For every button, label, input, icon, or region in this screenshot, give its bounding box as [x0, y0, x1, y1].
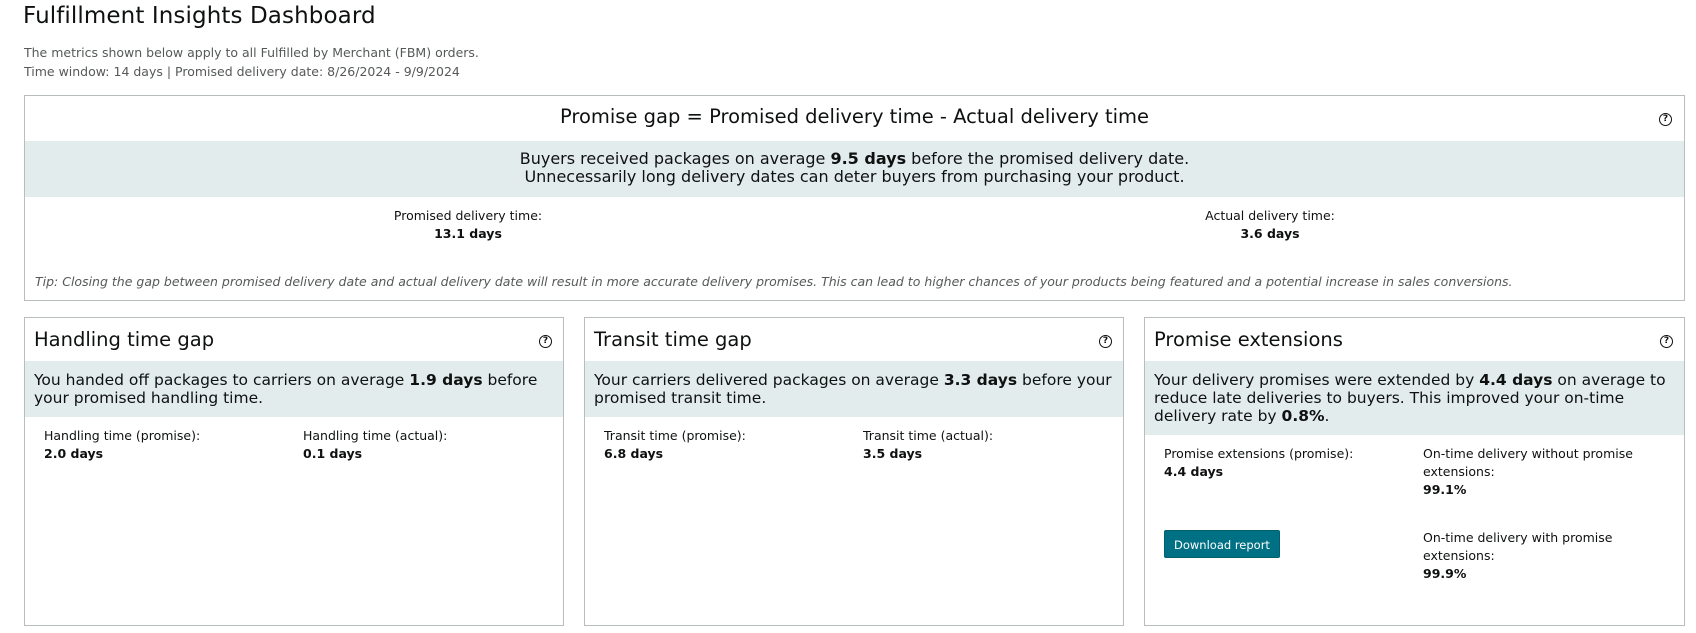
promise-gap-summary: Buyers received packages on average 9.5 … [25, 141, 1684, 197]
summary-text: You handed off packages to carriers on a… [34, 371, 410, 389]
metric-label: Transit time (actual): [863, 428, 994, 443]
promise-gap-summary-line1: Buyers received packages on average 9.5 … [25, 150, 1684, 168]
metric-value: 0.1 days [303, 446, 363, 461]
transit-promise-metric: Transit time (promise): 6.8 days [604, 427, 746, 463]
metric-value: 99.9% [1423, 566, 1467, 581]
summary-value: 4.4 days [1479, 371, 1553, 389]
summary-text: Your carriers delivered packages on aver… [594, 371, 944, 389]
card-title: Promise extensions [1154, 328, 1343, 351]
ontime-with-extensions-metric: On-time delivery with promise extensions… [1423, 529, 1643, 583]
metric-value: 2.0 days [44, 446, 104, 461]
handling-actual-metric: Handling time (actual): 0.1 days [303, 427, 447, 463]
summary-value: 3.3 days [943, 371, 1018, 389]
transit-time-card: Transit time gap ? Your carriers deliver… [584, 317, 1124, 626]
page-subtitle-time-window: Time window: 14 days | Promised delivery… [24, 64, 460, 79]
transit-summary: Your carriers delivered packages on aver… [585, 361, 1123, 417]
metric-value: 4.4 days [1164, 464, 1224, 479]
metric-value: 3.5 days [863, 446, 923, 461]
help-icon[interactable]: ? [1660, 335, 1673, 348]
metric-label: Transit time (promise): [604, 428, 746, 443]
handling-time-card: Handling time gap ? You handed off packa… [24, 317, 564, 626]
card-title: Handling time gap [34, 328, 215, 351]
promise-gap-title: Promise gap = Promised delivery time - A… [559, 105, 1150, 128]
summary-value: 1.9 days [409, 371, 483, 389]
download-report-button[interactable]: Download report [1164, 530, 1280, 558]
metric-label: On-time delivery without promise extensi… [1423, 446, 1633, 479]
summary-text: Your delivery promises were extended by [1154, 371, 1480, 389]
metric-value: 99.1% [1423, 482, 1467, 497]
transit-actual-metric: Transit time (actual): 3.5 days [863, 427, 993, 463]
metric-label: Handling time (promise): [44, 428, 201, 443]
metric-label: Actual delivery time: [1205, 208, 1335, 223]
help-icon[interactable]: ? [1099, 335, 1112, 348]
dashboard-page: Fulfillment Insights Dashboard The metri… [0, 0, 1696, 633]
tip-text: Tip: Closing the gap between promised de… [35, 274, 1513, 289]
extensions-summary: Your delivery promises were extended by … [1145, 361, 1684, 435]
ontime-without-extensions-metric: On-time delivery without promise extensi… [1423, 445, 1643, 499]
metric-label: Promise extensions (promise): [1164, 446, 1354, 461]
page-subtitle-scope: The metrics shown below apply to all Ful… [24, 45, 479, 60]
promise-extensions-card: Promise extensions ? Your delivery promi… [1144, 317, 1685, 626]
metric-value: 3.6 days [1240, 226, 1300, 241]
summary-text: . [1324, 407, 1330, 425]
metric-label: Promised delivery time: [393, 208, 543, 223]
card-title: Transit time gap [594, 328, 752, 351]
page-title: Fulfillment Insights Dashboard [23, 3, 376, 29]
help-icon[interactable]: ? [539, 335, 552, 348]
metric-value: 6.8 days [604, 446, 664, 461]
extensions-promise-metric: Promise extensions (promise): 4.4 days [1164, 445, 1353, 481]
summary-text: Buyers received packages on average [519, 149, 831, 168]
metric-value: 13.1 days [434, 226, 502, 241]
promise-gap-summary-line2: Unnecessarily long delivery dates can de… [524, 167, 1185, 186]
actual-delivery-metric: Actual delivery time: 3.6 days [1170, 207, 1370, 243]
handling-summary: You handed off packages to carriers on a… [25, 361, 563, 417]
summary-text: before the promised delivery date. [906, 149, 1190, 168]
metric-label: On-time delivery with promise extensions… [1423, 530, 1613, 563]
metric-label: Handling time (actual): [303, 428, 448, 443]
promise-gap-card: Promise gap = Promised delivery time - A… [24, 95, 1685, 301]
promised-delivery-metric: Promised delivery time: 13.1 days [355, 207, 581, 243]
help-icon[interactable]: ? [1659, 113, 1672, 126]
summary-value: 0.8% [1281, 407, 1325, 425]
handling-promise-metric: Handling time (promise): 2.0 days [44, 427, 200, 463]
summary-value: 9.5 days [830, 149, 907, 168]
